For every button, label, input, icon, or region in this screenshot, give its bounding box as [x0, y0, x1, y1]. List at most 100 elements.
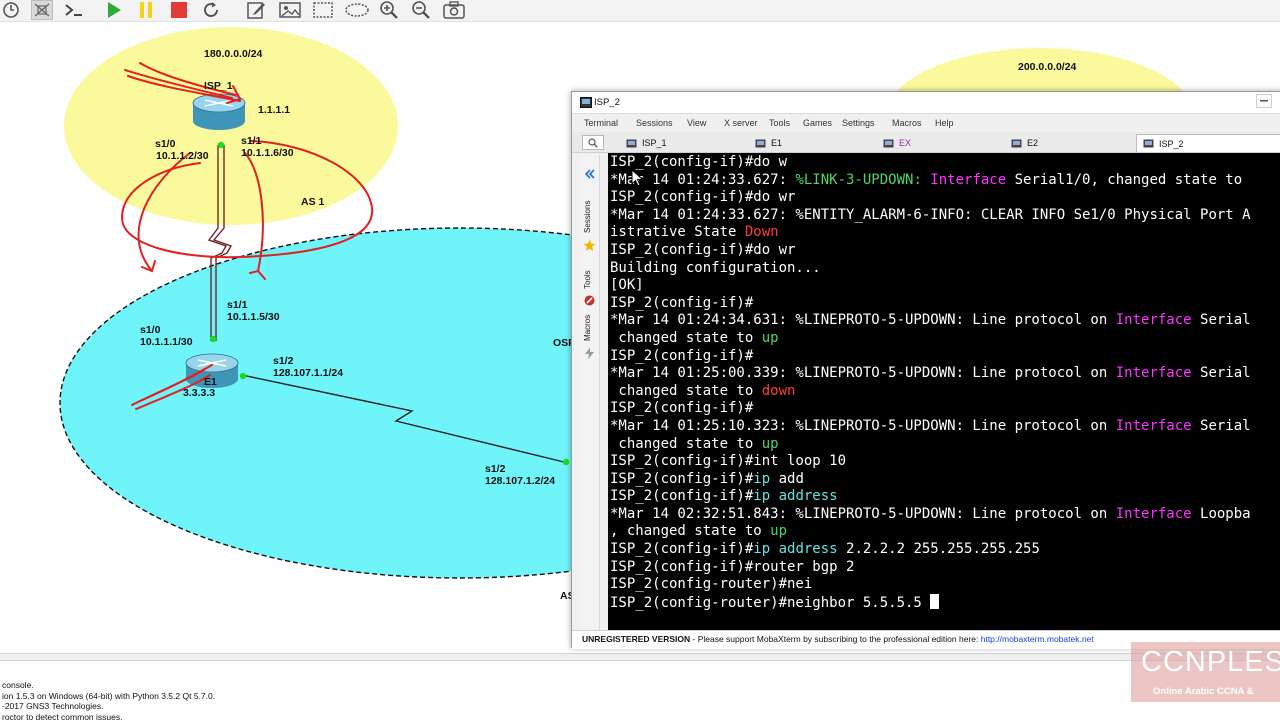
terminal-segment: ISP_2(config-router)#nei: [610, 576, 813, 593]
tab-label: ISP_2: [1159, 138, 1184, 149]
sidebar-sessions[interactable]: Sessions: [583, 201, 592, 233]
tab-isp-1[interactable]: ISP_1: [624, 134, 754, 152]
tab-e1[interactable]: E1: [753, 134, 881, 152]
unregistered-label: UNREGISTERED VERSION: [582, 634, 691, 644]
terminal-segment: *Mar 14 01:24:33.627: %ENTITY_ALARM-6-IN…: [610, 206, 1251, 223]
image-icon[interactable]: [279, 0, 301, 20]
menu-x-server[interactable]: X server: [724, 118, 758, 128]
menu-macros[interactable]: Macros: [892, 118, 922, 128]
terminal-segment: changed state to: [610, 382, 762, 399]
terminal-segment: up: [761, 435, 779, 452]
support-text: - Please support MobaXterm by subscribin…: [690, 634, 981, 644]
terminal-line: changed state to up: [608, 436, 1280, 454]
mobaxterm-window[interactable]: ISP_2 Terminal Sessions View X server To…: [571, 91, 1280, 649]
terminal-tab-icon: [1143, 139, 1154, 148]
tab-isp-2[interactable]: ISP_2: [1136, 134, 1280, 152]
tools-icon[interactable]: [583, 294, 596, 307]
menu-games[interactable]: Games: [803, 118, 832, 128]
pause-icon[interactable]: [135, 0, 157, 20]
terminal-line: *Mar 14 01:25:10.323: %LINEPROTO-5-UPDOW…: [608, 418, 1280, 436]
macro-icon[interactable]: [583, 347, 596, 360]
console-line: roctor to detect common issues.: [2, 711, 123, 720]
star-icon[interactable]: [583, 239, 596, 252]
terminal-line: *Mar 14 02:32:51.843: %LINEPROTO-5-UPDOW…: [608, 506, 1280, 524]
menu-tools[interactable]: Tools: [769, 118, 790, 128]
window-titlebar[interactable]: ISP_2: [572, 92, 1280, 114]
terminal-segment: up: [761, 329, 779, 346]
minimize-icon: [1260, 100, 1268, 102]
collapse-icon[interactable]: [584, 169, 596, 179]
terminal-segment: ip: [753, 470, 771, 487]
terminal-line: , changed state to up: [608, 523, 1280, 541]
menu-sessions[interactable]: Sessions: [636, 118, 673, 128]
terminal-segment: up: [770, 523, 788, 540]
terminal-line: [OK]: [608, 277, 1280, 295]
terminal-line: ISP_2(config-if)#: [608, 348, 1280, 366]
sidebar-tools[interactable]: Tools: [583, 270, 592, 289]
channel-watermark: CCNPLES Online Arabic CCNA &: [1131, 642, 1280, 702]
pane-splitter[interactable]: [0, 653, 1280, 661]
terminal-line: *Mar 14 01:24:33.627: %ENTITY_ALARM-6-IN…: [608, 207, 1280, 225]
terminal-segment: ISP_2(config-if)#do wr: [610, 189, 796, 206]
terminal-segment: [OK]: [610, 277, 644, 294]
rectangle-icon[interactable]: [312, 0, 334, 20]
text-cursor: [930, 593, 940, 609]
terminal-line: *Mar 14 01:24:34.631: %LINEPROTO-5-UPDOW…: [608, 312, 1280, 330]
snapshot-icon[interactable]: [31, 0, 53, 20]
menu-terminal[interactable]: Terminal: [584, 118, 618, 128]
terminal-line: ISP_2(config-if)#int loop 10: [608, 453, 1280, 471]
terminal-segment: Loopba: [1191, 505, 1251, 522]
terminal-line: ISP_2(config-router)#nei: [608, 576, 1280, 594]
stop-icon[interactable]: [168, 0, 190, 20]
terminal-line: ISP_2(config-if)#do wr: [608, 242, 1280, 260]
reload-icon[interactable]: [200, 0, 222, 20]
tab-ex[interactable]: EX: [881, 134, 1009, 152]
console-line: console.: [2, 680, 34, 690]
tab-label: ISP_1: [642, 138, 667, 148]
screen: 180.0.0.0/24 200.0.0.0/24 ISP_1 1.1.1.1 …: [0, 0, 1280, 720]
terminal-tab-icon: [1011, 139, 1022, 147]
start-icon[interactable]: [103, 0, 125, 20]
terminal-segment: *Mar 14 01:25:10.323: %LINEPROTO-5-UPDOW…: [610, 417, 1116, 434]
side-panel: Sessions Tools Macros: [580, 155, 600, 630]
terminal-line: ISP_2(config-if)#ip address 2.2.2.2 255.…: [608, 541, 1280, 559]
e1-s11-label: s1/1: [227, 299, 248, 311]
minimize-button[interactable]: [1256, 94, 1272, 108]
as1-label: AS 1: [301, 196, 325, 208]
e1-loopback-label: 3.3.3.3: [183, 387, 216, 399]
clock-icon[interactable]: [0, 0, 22, 20]
screenshot-icon[interactable]: [443, 0, 465, 20]
terminal-segment: ISP_2(config-if)#: [610, 541, 754, 558]
terminal-line: *Mar 14 01:24:33.627: %LINK-3-UPDOWN: In…: [608, 172, 1280, 190]
sidebar-macros[interactable]: Macros: [583, 315, 592, 341]
console-icon[interactable]: [63, 0, 85, 20]
terminal-segment: down: [761, 382, 796, 399]
terminal-segment: Serial1/0, changed state to: [1006, 171, 1251, 188]
edit-icon[interactable]: [245, 0, 267, 20]
terminal-output[interactable]: ISP_2(config-if)#do w *Mar 14 01:24:33.62…: [608, 153, 1280, 630]
isp1-loopback-label: 1.1.1.1: [258, 104, 291, 116]
mobatek-link[interactable]: http://mobaxterm.mobatek.net: [981, 634, 1094, 644]
terminal-segment: Interface: [930, 171, 1007, 188]
terminal-line: ISP_2(config-if)#router bgp 2: [608, 559, 1280, 577]
remote-s12-label: s1/2: [485, 463, 506, 475]
menu-view[interactable]: View: [687, 118, 706, 128]
terminal-segment: Interface: [1115, 505, 1192, 522]
terminal-segment: Serial: [1191, 312, 1251, 329]
tab-e2[interactable]: E2: [1009, 134, 1137, 152]
session-search[interactable]: [582, 135, 604, 150]
terminal-segment: changed state to: [610, 329, 762, 346]
terminal-segment: ISP_2(config-if)#do w: [610, 154, 788, 170]
terminal-segment: ip address: [753, 488, 838, 505]
e1-s10-label: s1/0: [140, 324, 161, 336]
zoom-in-icon[interactable]: [378, 0, 400, 20]
terminal-line: Building configuration...: [608, 260, 1280, 278]
ellipse-icon[interactable]: [344, 0, 370, 20]
menu-help[interactable]: Help: [935, 118, 954, 128]
menu-settings[interactable]: Settings: [842, 118, 875, 128]
terminal-segment: , changed state to: [610, 523, 771, 540]
terminal-segment: %LINK-3-UPDOWN:: [795, 171, 931, 188]
zoom-out-icon[interactable]: [410, 0, 432, 20]
terminal-segment: add: [770, 470, 804, 487]
terminal-segment: changed state to: [610, 435, 762, 452]
